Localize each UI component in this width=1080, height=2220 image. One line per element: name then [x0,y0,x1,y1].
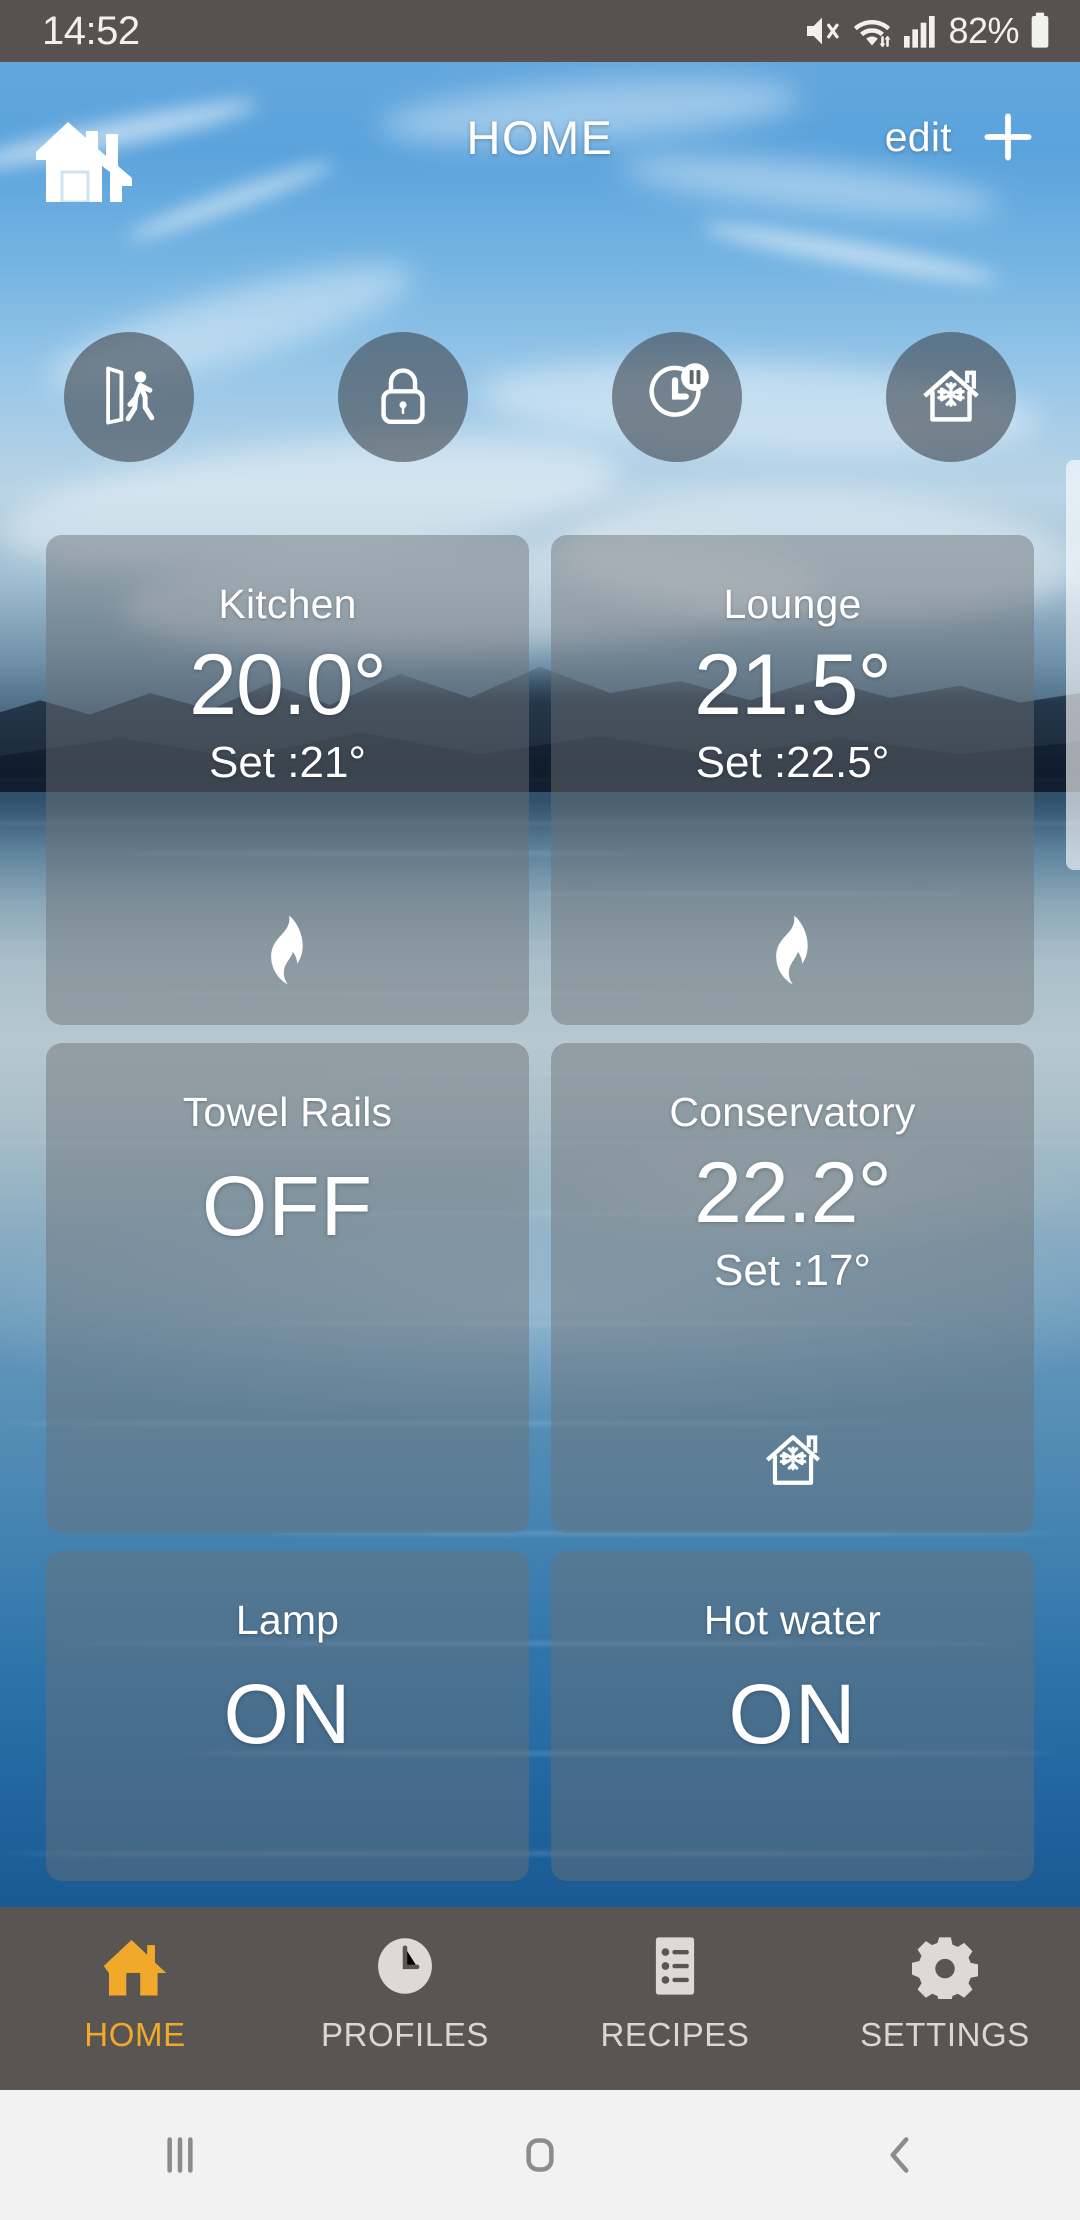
tab-label: HOME [84,2016,186,2053]
room-card-temperature: 21.5° [694,637,892,733]
signal-icon [904,16,936,48]
house-icon [99,1933,171,2004]
status-bar-icons: 82% [802,10,1052,52]
system-navigation-bar [0,2090,1080,2220]
padlock-icon [366,358,440,437]
room-card-setpoint: Set :21° [208,738,367,788]
room-card-towel-rails[interactable]: Towel Rails OFF [46,1043,529,1533]
room-card-state: ON [728,1667,857,1761]
tab-label: PROFILES [320,2016,489,2053]
room-card-conservatory[interactable]: Conservatory 22.2° Set :17° [551,1043,1034,1533]
tab-label: RECIPES [600,2016,750,2053]
battery-icon [1031,12,1049,48]
house-snowflake-icon [912,356,990,439]
flame-icon [46,911,529,989]
room-card-title: Lounge [723,581,862,627]
clock-pause-icon [638,356,716,439]
room-card-title: Kitchen [218,581,357,627]
tab-profiles[interactable]: PROFILES [270,1907,540,2090]
list-icon [640,1933,710,2004]
mute-icon [807,17,840,45]
status-bar-clock: 14:52 [42,8,140,53]
flame-icon [551,911,1034,989]
scroll-indicator[interactable] [1066,460,1080,870]
quick-actions-row [0,332,1080,462]
phone-screen: 14:52 82% HOME edit Kitchen 20.0° Set:2… [0,0,1080,2220]
quick-action-frost[interactable] [886,332,1016,462]
quick-action-hold[interactable] [612,332,742,462]
tab-home[interactable]: HOME [0,1907,270,2090]
room-card-kitchen[interactable]: Kitchen 20.0° Set :21° [46,535,529,1025]
tab-recipes[interactable]: RECIPES [540,1907,810,2090]
room-card-state: OFF [202,1159,373,1253]
room-card-setpoint: Set :17° [713,1246,872,1296]
recents-icon[interactable] [0,2124,360,2186]
room-card-state: ON [223,1667,352,1761]
app-header [0,62,1080,212]
person-exiting-door-icon [91,357,167,438]
room-card-title: Lamp [235,1597,340,1643]
room-card-lounge[interactable]: Lounge 21.5° Set :22.5° [551,535,1034,1025]
room-card-temperature: 20.0° [189,637,387,733]
battery-percent-label: 82% [948,10,1019,51]
room-card-title: Conservatory [669,1089,916,1135]
tab-label: SETTINGS [860,2016,1030,2053]
wifi-icon [854,20,892,48]
gear-icon [909,1933,981,2004]
room-card-hot-water[interactable]: Hot water ON [551,1551,1034,1881]
clock-icon [370,1933,440,2004]
rooms-grid: Kitchen 20.0° Set :21° Lounge 21.5° Set … [0,535,1080,1881]
bottom-tab-bar: HOME PROFILES RECIPES SETTINGS [0,1907,1080,2090]
room-card-setpoint: Set :22.5° [695,738,890,788]
room-card-temperature: 22.2° [694,1145,892,1241]
quick-action-lock[interactable] [338,332,468,462]
status-bar: 14:52 82% [0,0,1080,62]
house-snowflake-icon [551,1421,1034,1497]
quick-action-away[interactable] [64,332,194,462]
back-chevron-icon[interactable] [720,2124,1080,2186]
room-card-title: Towel Rails [182,1089,393,1135]
tab-settings[interactable]: SETTINGS [810,1907,1080,2090]
room-card-title: Hot water [703,1597,882,1643]
home-square-icon[interactable] [360,2124,720,2186]
room-card-lamp[interactable]: Lamp ON [46,1551,529,1881]
